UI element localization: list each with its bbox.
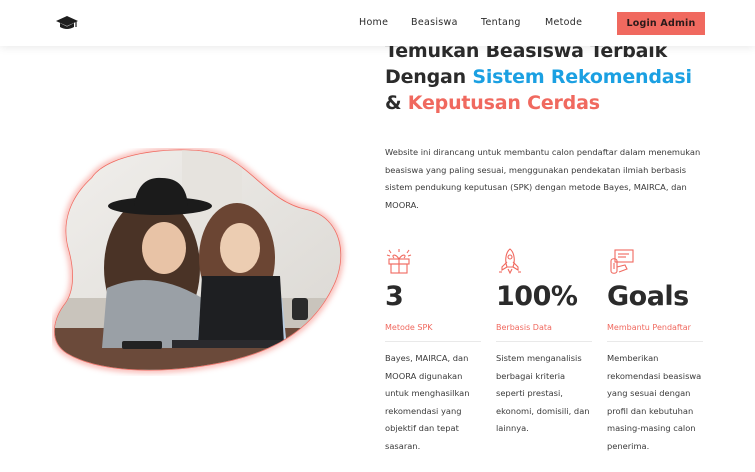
hero-title-highlight-blue: Sistem Rekomendasi [472, 66, 692, 88]
nav-tentang[interactable]: Tentang [481, 17, 521, 28]
rocket-icon [499, 248, 521, 275]
stat-label: Metode SPK [385, 323, 433, 332]
stat-berbasis-data: 100% Berbasis Data Sistem menganalisis b… [496, 247, 596, 438]
stat-text: Bayes, MAIRCA, dan MOORA digunakan untuk… [385, 353, 470, 451]
hero-photo [52, 148, 344, 373]
gift-icon [386, 249, 412, 274]
stat-divider [496, 341, 592, 342]
site-header: Home Beasiswa Tentang Metode Login Admin [0, 0, 755, 46]
stat-metode-spk: 3 Metode SPK Bayes, MAIRCA, dan MOORA di… [385, 247, 485, 455]
stat-divider [385, 341, 481, 342]
nav-metode[interactable]: Metode [545, 17, 582, 28]
stat-value: 3 [385, 281, 404, 312]
hero-title: Temukan Beasiswa Terbaik Dengan Sistem R… [385, 38, 745, 116]
stat-text: Sistem menganalisis berbagai kriteria se… [496, 353, 590, 433]
nav-beasiswa[interactable]: Beasiswa [411, 17, 458, 28]
stat-goals: Goals Membantu Pendaftar Memberikan reko… [607, 247, 707, 455]
nav-home[interactable]: Home [359, 17, 388, 28]
hero-title-line3-prefix: & [385, 92, 408, 114]
hero-title-highlight-red: Keputusan Cerdas [407, 92, 600, 114]
stat-divider [607, 341, 703, 342]
stat-value: 100% [496, 281, 578, 312]
hero-title-line2: Dengan Sistem Rekomendasi [385, 64, 745, 90]
hero-title-line2-prefix: Dengan [385, 66, 473, 88]
stat-label: Berbasis Data [496, 323, 552, 332]
stat-label: Membantu Pendaftar [607, 323, 691, 332]
hero-title-line3: & Keputusan Cerdas [385, 90, 745, 116]
graduation-cap-icon[interactable] [55, 15, 79, 31]
stat-value: Goals [607, 281, 689, 312]
stat-text: Memberikan rekomendasi beasiswa yang ses… [607, 353, 702, 451]
hero-description: Website ini dirancang untuk membantu cal… [385, 147, 701, 210]
money-check-icon [610, 249, 634, 274]
login-admin-button[interactable]: Login Admin [617, 12, 705, 35]
